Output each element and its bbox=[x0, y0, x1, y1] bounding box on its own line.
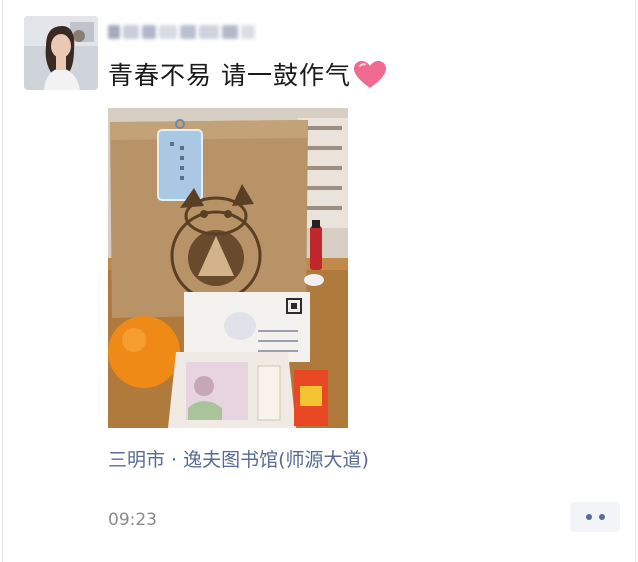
location-link[interactable]: 三明市 · 逸夫图书馆(师源大道) bbox=[108, 446, 369, 474]
username-mosaic bbox=[108, 25, 255, 39]
post-photo[interactable] bbox=[108, 108, 348, 428]
pink-heart-icon bbox=[353, 60, 387, 90]
post-text: 青春不易 请一鼓作气 bbox=[108, 56, 387, 96]
avatar[interactable] bbox=[24, 16, 98, 90]
post-time: 09:23 bbox=[108, 510, 157, 530]
dot bbox=[598, 514, 605, 520]
post-text-content: 青春不易 请一鼓作气 bbox=[108, 61, 351, 90]
username-blurred[interactable] bbox=[108, 18, 255, 46]
moments-post: 青春不易 请一鼓作气 三明市 · 逸夫图书馆(师源大道) 09:23 bbox=[0, 0, 638, 562]
right-border bbox=[635, 0, 636, 562]
more-dots-icon[interactable] bbox=[570, 502, 620, 532]
dot bbox=[585, 514, 592, 520]
left-border bbox=[2, 0, 3, 562]
